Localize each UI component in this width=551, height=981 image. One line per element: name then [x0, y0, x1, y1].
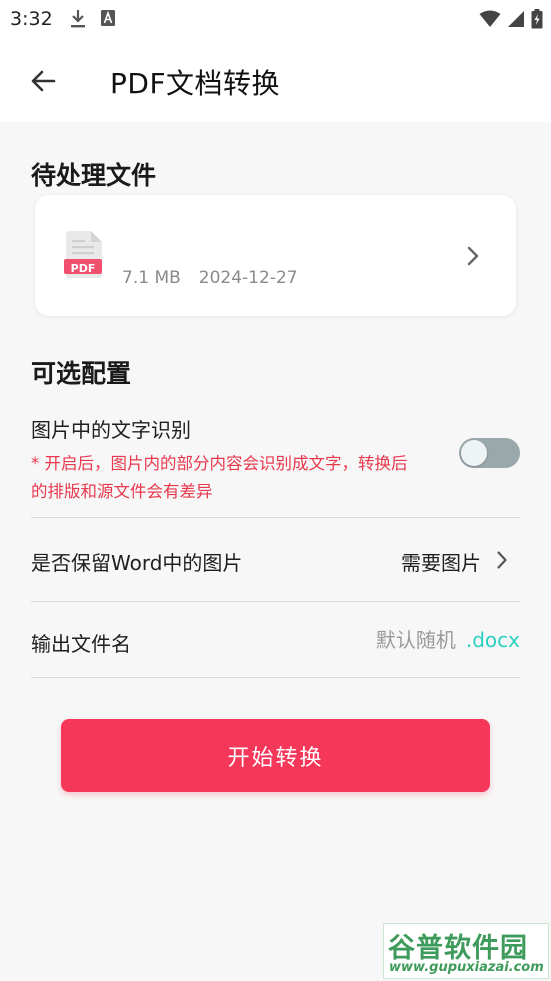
status-bar: 3:32 — [0, 0, 551, 40]
battery-icon — [531, 9, 543, 29]
download-icon — [71, 10, 85, 28]
wifi-icon — [479, 10, 501, 27]
options-section-title: 可选配置 — [31, 359, 132, 388]
page-title: PDF文档转换 — [110, 67, 281, 100]
divider — [31, 677, 520, 678]
divider — [31, 601, 520, 602]
ocr-label: 图片中的文字识别 — [31, 418, 191, 442]
status-icons-left — [70, 9, 116, 29]
pdf-badge-label: PDF — [70, 262, 96, 275]
ocr-note: * 开启后，图片内的部分内容会识别成文字，转换后的排版和源文件会有差异 — [31, 454, 408, 501]
chevron-right-icon — [467, 246, 479, 266]
app-bar: PDF文档转换 — [0, 40, 551, 122]
files-section-title: 待处理文件 — [31, 161, 157, 190]
watermark-url: www.gupuxiazai.com — [389, 960, 544, 975]
divider — [31, 517, 520, 518]
keep-images-label: 是否保留Word中的图片 — [31, 551, 243, 575]
keyboard-a-icon — [101, 10, 115, 26]
file-size: 7.1 MB — [122, 268, 181, 288]
output-name-label: 输出文件名 — [31, 632, 131, 656]
signal-icon — [508, 11, 524, 27]
output-name-field: .docx — [300, 628, 520, 652]
keep-images-value[interactable]: 需要图片 — [401, 547, 481, 576]
toggle-knob — [461, 440, 487, 466]
ocr-toggle[interactable] — [459, 438, 520, 468]
file-card[interactable]: PDF 7.1 MB 2024-12-27 — [35, 195, 516, 316]
watermark-logo: 谷普软件园 www.gupuxiazai.com — [383, 923, 549, 979]
status-icons-right — [479, 9, 543, 29]
output-name-input[interactable] — [355, 628, 456, 652]
arrow-left-icon — [31, 70, 56, 92]
file-meta: 7.1 MB 2024-12-27 — [122, 268, 298, 288]
output-extension: .docx — [465, 628, 520, 652]
back-button[interactable] — [26, 64, 60, 98]
file-date: 2024-12-27 — [198, 268, 298, 288]
start-convert-button[interactable]: 开始转换 — [61, 719, 490, 792]
chevron-right-icon[interactable] — [496, 550, 508, 570]
status-time: 3:32 — [10, 8, 53, 30]
